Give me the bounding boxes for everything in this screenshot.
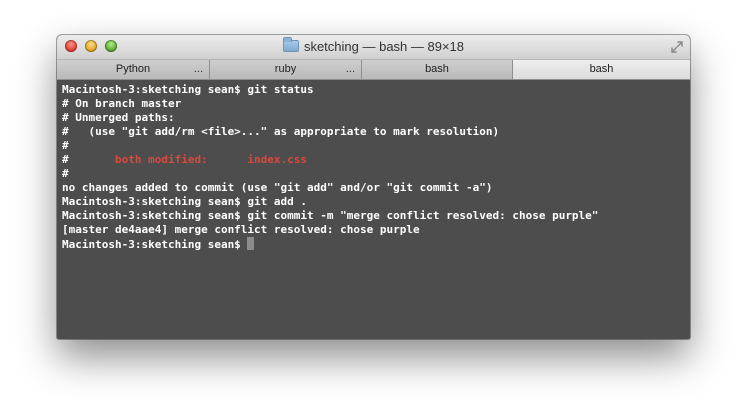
terminal-line: no changes added to commit (use "git add… <box>62 181 493 194</box>
tab-bar: Python ... ruby ... bash bash <box>57 60 690 80</box>
folder-icon <box>282 37 299 52</box>
tab-overflow-indicator: ... <box>193 63 203 75</box>
terminal-prompt-line[interactable]: Macintosh-3:sketching sean$ <box>62 237 690 251</box>
terminal-line: # Unmerged paths: <box>62 111 175 124</box>
fullscreen-icon[interactable] <box>670 40 684 54</box>
conflict-prefix: # <box>62 153 115 166</box>
tab-bash-1[interactable]: bash <box>362 60 513 79</box>
window-title-wrap: sketching — bash — 89×18 <box>57 35 690 59</box>
terminal-line: # On branch master <box>62 97 182 110</box>
terminal-line: [master de4aae4] merge conflict resolved… <box>62 223 420 236</box>
tab-ruby[interactable]: ruby ... <box>210 60 362 79</box>
conflict-file-status: both modified: index.css <box>114 153 308 166</box>
terminal-line-conflict: # both modified: index.css <box>62 153 690 167</box>
terminal-output[interactable]: Macintosh-3:sketching sean$ git status #… <box>57 80 690 339</box>
terminal-prompt: Macintosh-3:sketching sean$ <box>62 238 248 251</box>
terminal-window: sketching — bash — 89×18 Python ... ruby… <box>57 35 690 339</box>
terminal-line: # (use "git add/rm <file>..." as appropr… <box>62 125 500 138</box>
tab-bash-active[interactable]: bash <box>513 60 690 79</box>
terminal-line: # <box>62 167 69 180</box>
terminal-line: Macintosh-3:sketching sean$ git commit -… <box>62 209 599 222</box>
window-title: sketching — bash — 89×18 <box>303 39 465 54</box>
tab-label: bash <box>425 63 449 75</box>
tab-python[interactable]: Python ... <box>57 60 210 79</box>
text-cursor <box>247 237 255 250</box>
tab-label: ruby <box>274 63 297 75</box>
terminal-line: Macintosh-3:sketching sean$ git status <box>62 83 314 96</box>
tab-overflow-indicator: ... <box>345 63 355 75</box>
title-bar[interactable]: sketching — bash — 89×18 <box>57 35 690 60</box>
terminal-line: Macintosh-3:sketching sean$ git add . <box>62 195 308 208</box>
terminal-line: # <box>62 139 69 152</box>
tab-label: Python <box>115 63 151 75</box>
tab-label: bash <box>589 63 614 75</box>
